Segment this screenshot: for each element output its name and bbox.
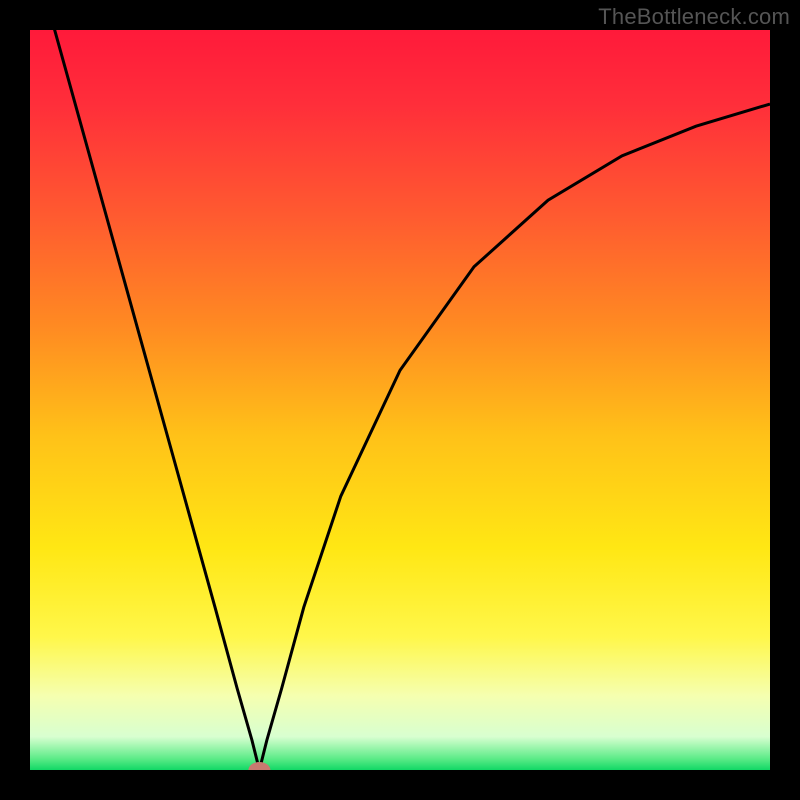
bottleneck-chart (30, 30, 770, 770)
chart-frame (30, 30, 770, 770)
watermark-text: TheBottleneck.com (598, 4, 790, 30)
